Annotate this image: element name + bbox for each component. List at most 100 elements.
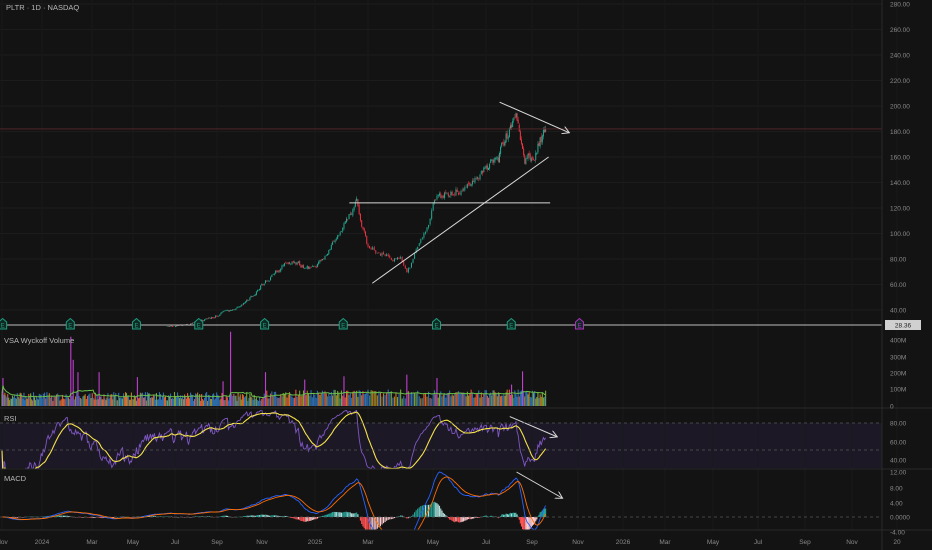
volume-bar [292, 398, 294, 406]
volume-bar [386, 393, 388, 406]
volume-bar [117, 400, 119, 406]
volume-bar [348, 394, 350, 406]
volume-bar [113, 392, 115, 406]
volume-bar [241, 394, 243, 406]
volume-bar [498, 393, 501, 406]
volume-bar [418, 396, 420, 406]
volume-bar [461, 392, 463, 406]
macd-histogram-bar [515, 512, 517, 517]
volume-bar [124, 396, 126, 406]
volume-bar [49, 397, 52, 406]
volume-bar [210, 398, 212, 406]
time-tick-label: Mar [362, 539, 374, 546]
volume-bar [151, 397, 153, 406]
volume-tick-label: 100M [890, 387, 906, 394]
volume-bar [460, 392, 462, 406]
volume-bar [489, 393, 491, 406]
symbol-title: PLTR · 1D · NASDAQ [6, 3, 79, 12]
volume-bar [342, 395, 344, 406]
volume-bar [35, 395, 37, 406]
candle [348, 214, 350, 220]
macd-histogram-bar [313, 517, 315, 520]
macd-histogram-bar [436, 503, 438, 517]
volume-tick-label: 300M [890, 355, 906, 362]
macd-histogram-bar [321, 515, 324, 517]
volume-bar [246, 392, 248, 406]
volume-bar [431, 398, 433, 406]
macd-histogram-bar [501, 514, 503, 517]
volume-bar [202, 399, 204, 406]
volume-bar [54, 396, 56, 406]
macd-histogram-bar [354, 512, 356, 517]
volume-bar [409, 393, 411, 406]
volume-bar [161, 395, 164, 406]
macd-histogram-bar [520, 517, 523, 527]
volume-bar [376, 395, 378, 406]
volume-bar [77, 372, 79, 406]
volume-bar [17, 396, 19, 406]
macd-histogram-bar [364, 517, 367, 530]
volume-bar [382, 393, 385, 406]
volume-bar [231, 394, 233, 406]
trading-chart[interactable]: 28.36 E E E E E E E E E 280.00 260.00 240.00 220.00 2… [0, 0, 932, 550]
volume-bar [24, 400, 26, 406]
macd-histogram-bar [243, 516, 246, 517]
macd-histogram-bar [332, 512, 334, 517]
volume-bar [518, 396, 520, 406]
macd-tick-label: 4.00 [890, 501, 903, 508]
candle [219, 314, 221, 317]
volume-bar [107, 393, 109, 406]
volume-bar [157, 399, 160, 406]
macd-histogram-bar [460, 517, 462, 523]
macd-histogram-bar [381, 517, 383, 525]
volume-bar [1, 393, 3, 406]
volume-bar [154, 399, 156, 406]
macd-histogram-bar [353, 513, 355, 517]
volume-bar [83, 395, 85, 406]
volume-bar [126, 396, 129, 406]
price-tick-label: 220.00 [890, 78, 910, 85]
volume-bar [433, 390, 435, 406]
volume-bar [124, 392, 127, 406]
volume-bar [438, 393, 441, 406]
volume-bar [357, 396, 359, 406]
macd-histogram-bar [447, 517, 449, 519]
volume-bar [158, 392, 161, 406]
macd-histogram-bar [505, 513, 507, 517]
volume-bar [505, 392, 507, 406]
volume-bar [15, 398, 17, 406]
macd-histogram-bar [361, 517, 363, 525]
volume-bar [211, 398, 213, 406]
volume-bar [539, 394, 541, 406]
macd-histogram-bar [262, 514, 264, 517]
macd-histogram-bar [15, 517, 17, 518]
macd-histogram-bar [441, 510, 443, 517]
macd-histogram-bar [513, 512, 515, 517]
volume-bar [91, 393, 93, 406]
volume-bar [46, 392, 48, 406]
volume-bar [245, 396, 247, 406]
volume-bar [343, 376, 345, 406]
candle [328, 249, 330, 256]
volume-bar [171, 398, 174, 406]
volume-bar [362, 391, 364, 406]
volume-bar [497, 392, 499, 406]
volume-bar [251, 397, 253, 406]
volume-bar [5, 395, 7, 406]
volume-bar [190, 392, 192, 406]
macd-histogram-bar [455, 517, 457, 522]
candle [522, 143, 524, 149]
volume-bar [134, 396, 136, 406]
macd-histogram-bar [412, 514, 414, 517]
macd-histogram-bar [490, 515, 492, 517]
volume-bar [256, 400, 258, 406]
volume-bar [203, 400, 205, 406]
volume-bar [423, 393, 425, 406]
macd-histogram-bar [264, 514, 267, 517]
volume-bar [261, 399, 263, 406]
volume-bar [435, 394, 437, 406]
macd-histogram-bar [538, 514, 540, 517]
volume-bar [493, 390, 495, 406]
macd-panel-label: MACD [4, 474, 27, 483]
macd-histogram-bar [451, 517, 453, 521]
